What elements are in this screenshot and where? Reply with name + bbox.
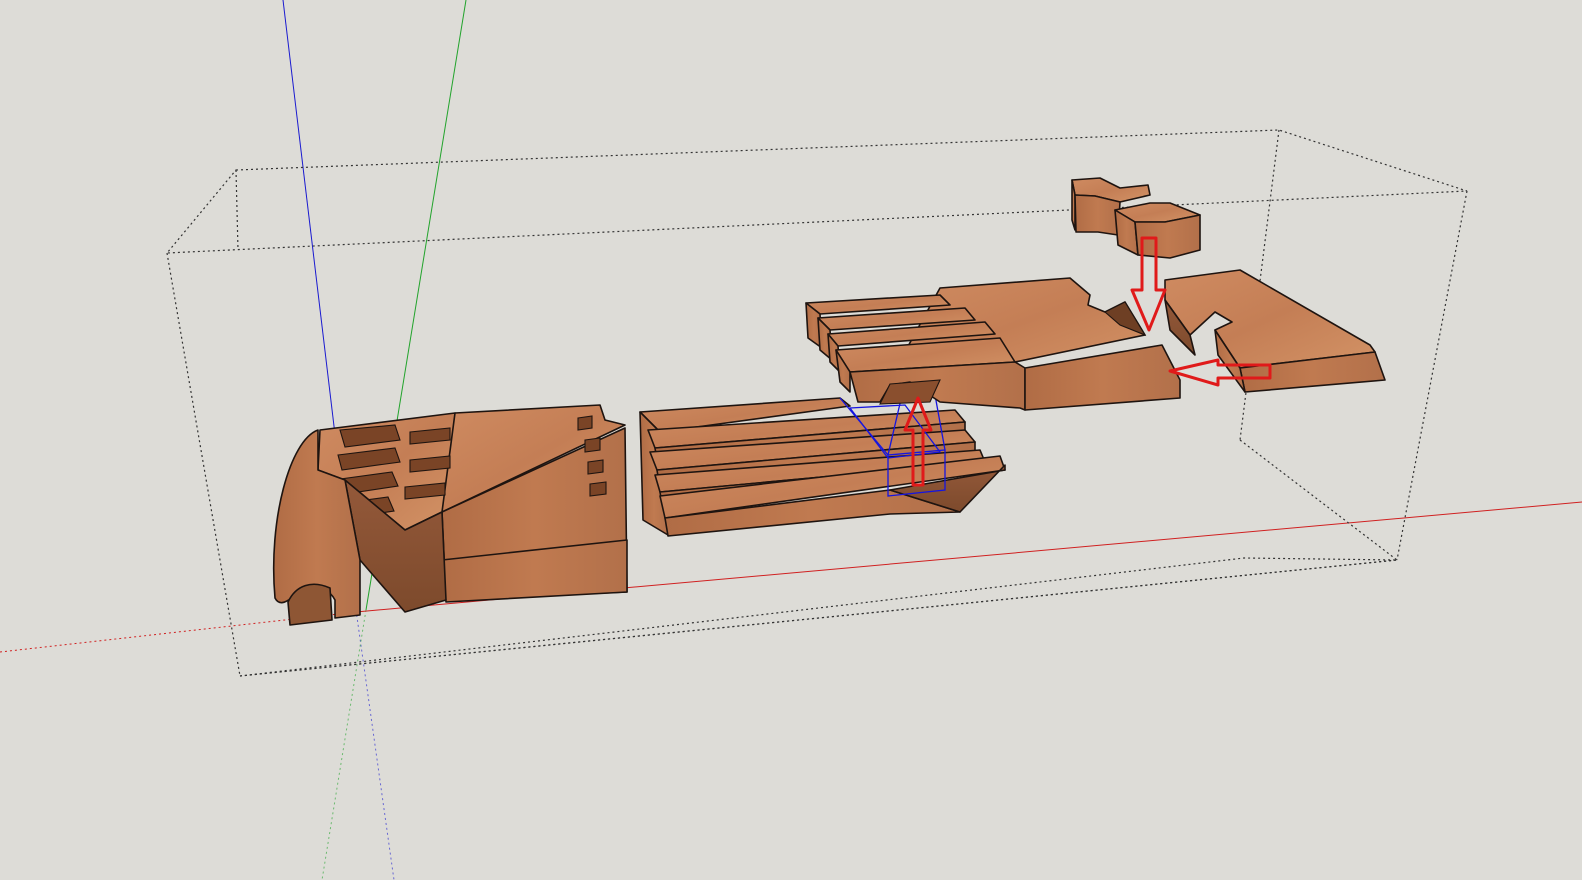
model-scene[interactable] bbox=[0, 0, 1582, 880]
fingered-tongue-piece[interactable] bbox=[639, 381, 1006, 537]
sketchup-3d-viewport[interactable] bbox=[0, 0, 1582, 880]
hinge-piece[interactable] bbox=[272, 404, 628, 626]
green-axis-dotted bbox=[321, 609, 367, 880]
blue-axis-dotted bbox=[355, 609, 395, 880]
dovetail-keys[interactable] bbox=[1071, 177, 1201, 259]
notched-slotted-piece[interactable] bbox=[805, 269, 1386, 411]
